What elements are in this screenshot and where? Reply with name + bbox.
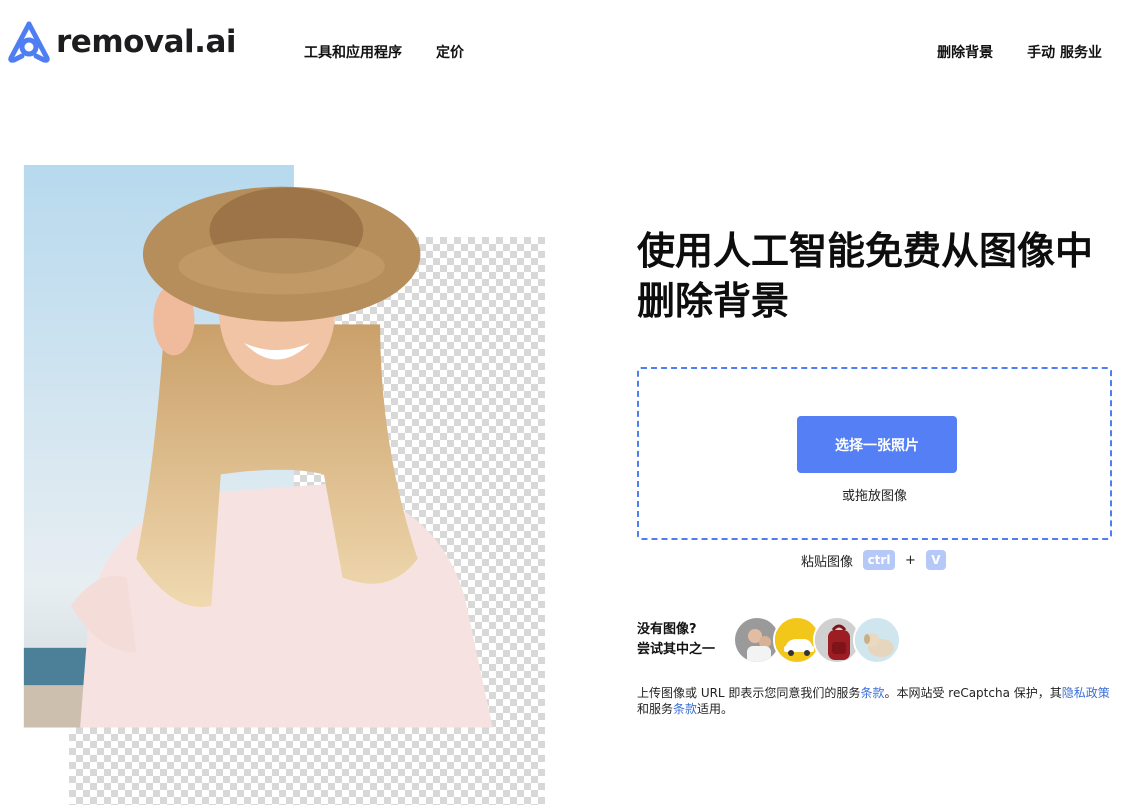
logo-text: removal.ai (56, 24, 237, 60)
removal-ai-logo-icon (8, 21, 50, 63)
service-terms-link[interactable]: 条款 (673, 702, 697, 716)
sample-prompt-line-1: 没有图像? (637, 622, 697, 637)
sample-prompt: 没有图像? 尝试其中之一 (637, 620, 733, 660)
v-key-badge: V (925, 550, 946, 570)
terms-text-1: 上传图像或 URL 即表示您同意我们的服务 (637, 686, 861, 700)
paste-hint: 粘贴图像 ctrl + V (801, 550, 946, 570)
terms-text-3: 和服务 (637, 702, 674, 716)
nav-manual-service[interactable]: 手动 服务业 (1027, 42, 1102, 62)
title-line-2: 删除背景 (637, 279, 790, 323)
nav-pricing[interactable]: 定价 (436, 42, 464, 62)
plus-sign: + (905, 552, 916, 568)
nav-tools-apps[interactable]: 工具和应用程序 (304, 42, 402, 62)
nav-right: 删除背景 手动 服务业 (937, 42, 1102, 62)
terms-text-4: 适用。 (697, 702, 734, 716)
hero-image (7, 165, 547, 805)
upload-dropzone[interactable]: 选择一张照片 或拖放图像 (637, 367, 1112, 540)
paste-label: 粘贴图像 (801, 554, 854, 570)
terms-link[interactable]: 条款 (860, 686, 884, 700)
sample-prompt-line-2: 尝试其中之一 (637, 642, 716, 657)
nav-remove-background[interactable]: 删除背景 (937, 42, 993, 62)
privacy-policy-link[interactable]: 隐私政策 (1062, 686, 1110, 700)
drag-drop-label: 或拖放图像 (841, 489, 907, 504)
page-title: 使用人工智能免费从图像中 删除背景 (637, 226, 1107, 326)
sample-thumbnails (733, 616, 901, 664)
ctrl-key-badge: ctrl (863, 550, 896, 570)
woman-with-hat-photo (23, 165, 493, 728)
nav-left: 工具和应用程序 定价 (304, 42, 464, 62)
sample-dog-thumbnail[interactable] (853, 616, 901, 664)
choose-photo-button[interactable]: 选择一张照片 (797, 416, 957, 473)
terms-notice: 上传图像或 URL 即表示您同意我们的服务条款。本网站受 reCaptcha 保… (637, 685, 1115, 717)
title-line-1: 使用人工智能免费从图像中 (637, 229, 1094, 273)
terms-text-2: 。本网站受 reCaptcha 保护，其 (884, 686, 1062, 700)
site-header: removal.ai 工具和应用程序 定价 删除背景 手动 服务业 (0, 0, 1122, 100)
puppy-icon (855, 618, 899, 662)
logo[interactable]: removal.ai (6, 20, 237, 64)
sample-images: 没有图像? 尝试其中之一 (637, 616, 901, 664)
